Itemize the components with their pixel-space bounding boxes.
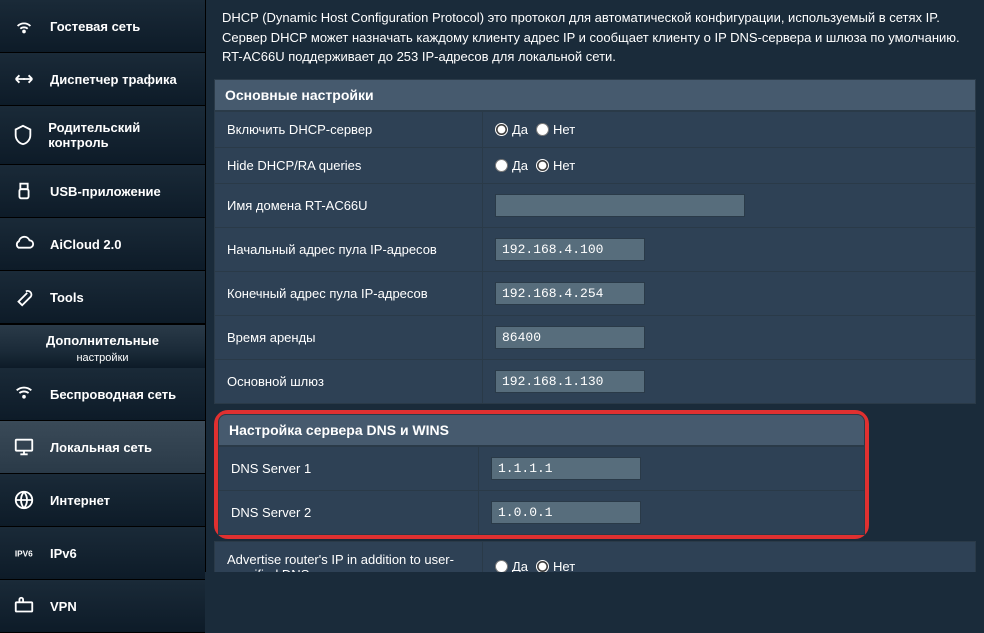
nav-label: Tools [50, 290, 84, 305]
hide-queries-yes[interactable] [495, 159, 508, 172]
dns1-input[interactable] [491, 457, 641, 480]
nav-wan[interactable]: Интернет [0, 474, 205, 527]
usb-icon [12, 179, 36, 203]
nav-parental-control[interactable]: Родительский контроль [0, 106, 205, 165]
dns-highlight-box: Настройка сервера DNS и WINS DNS Server … [214, 410, 869, 539]
nav-guest-network[interactable]: Гостевая сеть [0, 0, 205, 53]
cloud-icon [12, 232, 36, 256]
hide-queries-label: Hide DHCP/RA queries [215, 147, 483, 183]
dhcp-description: DHCP (Dynamic Host Configuration Protoco… [214, 4, 976, 79]
nav-lan[interactable]: Локальная сеть [0, 421, 205, 474]
domain-name-input[interactable] [495, 194, 745, 217]
nav-wireless[interactable]: Беспроводная сеть [0, 368, 205, 421]
enable-dhcp-no[interactable] [536, 123, 549, 136]
globe-icon [12, 488, 36, 512]
nav-aicloud[interactable]: AiCloud 2.0 [0, 218, 205, 271]
shield-icon [12, 123, 34, 147]
nav-label: VPN [50, 599, 77, 614]
nav-tools[interactable]: Tools [0, 271, 205, 324]
nav-label: AiCloud 2.0 [50, 237, 122, 252]
nav-label: IPv6 [50, 546, 77, 561]
ipv6-icon: IPV6 [12, 541, 36, 565]
nav-label: USB-приложение [50, 184, 161, 199]
gateway-label: Основной шлюз [215, 359, 483, 403]
basic-settings-table: Включить DHCP-сервер Да Нет Hide DHCP/RA… [214, 111, 976, 404]
nav-label: Беспроводная сеть [50, 387, 176, 402]
advertise-label: Advertise router's IP in addition to use… [215, 541, 483, 572]
nav-label: Гостевая сеть [50, 19, 140, 34]
nav-vpn[interactable]: VPN [0, 580, 205, 633]
gateway-input[interactable] [495, 370, 645, 393]
svg-text:IPV6: IPV6 [15, 550, 33, 559]
basic-settings-header: Основные настройки [214, 79, 976, 111]
dns-settings-header: Настройка сервера DNS и WINS [218, 414, 865, 446]
lease-input[interactable] [495, 326, 645, 349]
nav-label: Локальная сеть [50, 440, 152, 455]
domain-name-label: Имя домена RT-AC66U [215, 183, 483, 227]
advertise-no[interactable] [536, 560, 549, 572]
nav-usb-app[interactable]: USB-приложение [0, 165, 205, 218]
nav-ipv6[interactable]: IPV6 IPv6 [0, 527, 205, 580]
hide-queries-radio: Да Нет [495, 158, 963, 173]
nav-label: Диспетчер трафика [50, 72, 177, 87]
pool-end-label: Конечный адрес пула IP-адресов [215, 271, 483, 315]
nav-traffic-manager[interactable]: Диспетчер трафика [0, 53, 205, 106]
vpn-icon [12, 594, 36, 618]
dns2-label: DNS Server 2 [219, 490, 479, 534]
traffic-icon [12, 67, 36, 91]
pool-end-input[interactable] [495, 282, 645, 305]
dns1-label: DNS Server 1 [219, 446, 479, 490]
nav-label: Интернет [50, 493, 110, 508]
section-subtitle: настройки [0, 352, 205, 368]
enable-dhcp-radio: Да Нет [495, 122, 963, 137]
pool-start-label: Начальный адрес пула IP-адресов [215, 227, 483, 271]
pool-start-input[interactable] [495, 238, 645, 261]
hide-queries-no[interactable] [536, 159, 549, 172]
enable-dhcp-label: Включить DHCP-сервер [215, 111, 483, 147]
nav-label: Родительский контроль [48, 120, 193, 150]
main-content: DHCP (Dynamic Host Configuration Protoco… [206, 0, 984, 572]
advertise-radio: Да Нет [495, 559, 963, 572]
dns2-input[interactable] [491, 501, 641, 524]
enable-dhcp-yes[interactable] [495, 123, 508, 136]
lan-icon [12, 435, 36, 459]
advertise-yes[interactable] [495, 560, 508, 572]
lease-label: Время аренды [215, 315, 483, 359]
wrench-icon [12, 285, 36, 309]
antenna-icon [12, 382, 36, 406]
sidebar: Гостевая сеть Диспетчер трафика Родитель… [0, 0, 206, 572]
wifi-icon [12, 14, 36, 38]
section-header: Дополнительные [0, 324, 205, 352]
